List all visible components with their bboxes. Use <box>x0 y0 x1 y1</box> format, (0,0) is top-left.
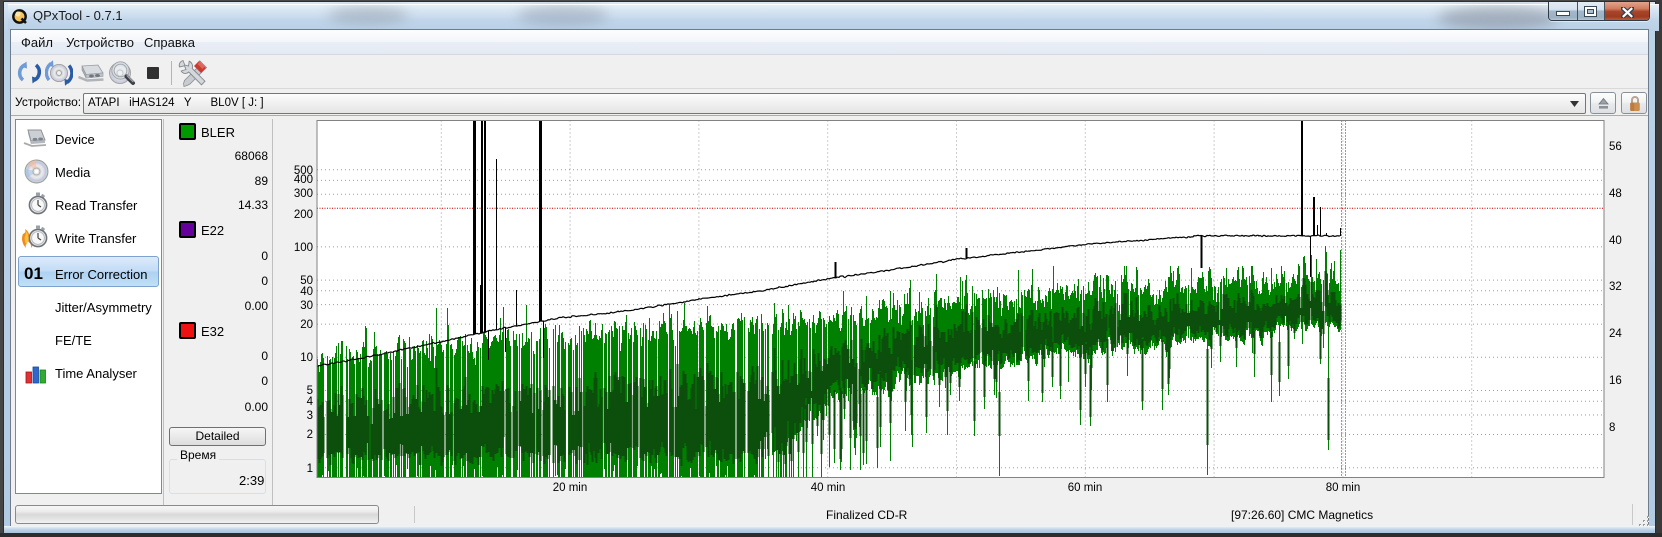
svg-text:60 min: 60 min <box>1068 482 1103 494</box>
svg-text:2: 2 <box>307 429 313 441</box>
svg-text:100: 100 <box>294 242 313 254</box>
svg-text:400: 400 <box>294 174 313 186</box>
svg-text:48: 48 <box>1609 188 1622 200</box>
svg-text:300: 300 <box>294 188 313 200</box>
svg-text:40 min: 40 min <box>811 482 846 494</box>
svg-text:200: 200 <box>294 209 313 221</box>
svg-text:56: 56 <box>1609 141 1622 153</box>
svg-text:3: 3 <box>307 410 313 422</box>
svg-text:40: 40 <box>1609 235 1622 247</box>
svg-text:30: 30 <box>300 300 313 312</box>
svg-text:10: 10 <box>300 352 313 364</box>
svg-text:24: 24 <box>1609 328 1622 340</box>
svg-text:20: 20 <box>300 319 313 331</box>
svg-text:1: 1 <box>307 463 313 475</box>
svg-text:20 min: 20 min <box>553 482 588 494</box>
svg-text:80 min: 80 min <box>1326 482 1361 494</box>
svg-text:40: 40 <box>300 286 313 298</box>
svg-text:32: 32 <box>1609 281 1622 293</box>
svg-text:8: 8 <box>1609 422 1615 434</box>
svg-text:4: 4 <box>307 396 314 408</box>
svg-text:16: 16 <box>1609 375 1622 387</box>
